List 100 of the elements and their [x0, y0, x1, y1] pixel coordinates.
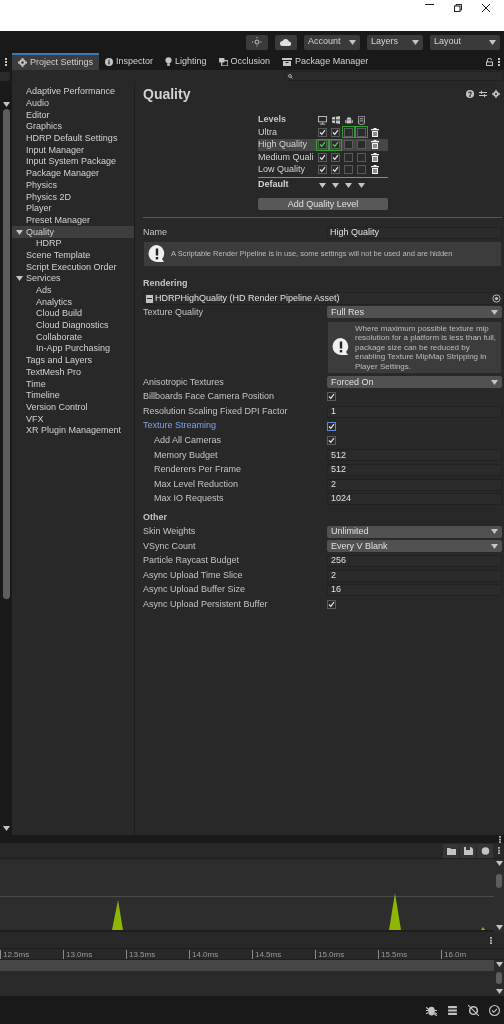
checkbox[interactable] — [357, 140, 366, 150]
sidebar-item[interactable]: Collaborate — [12, 331, 134, 344]
cloud-button[interactable] — [275, 34, 297, 50]
sidebar-item[interactable]: Package Manager — [12, 167, 134, 180]
sidebar-item[interactable]: Editor — [12, 109, 134, 122]
light-toggle-button[interactable] — [246, 34, 268, 50]
checkbox[interactable] — [327, 436, 336, 446]
sidebar-item[interactable]: Physics — [12, 179, 134, 192]
trash-icon[interactable] — [371, 152, 379, 162]
sidebar-item[interactable]: Cloud Diagnostics — [12, 319, 134, 332]
sidebar-item[interactable]: Input Manager — [12, 144, 134, 157]
checkbox[interactable] — [327, 600, 336, 610]
sidebar-item[interactable]: Ads — [12, 284, 134, 297]
sidebar-item[interactable]: Player — [12, 202, 134, 215]
sidebar-item[interactable]: TextMesh Pro — [12, 366, 134, 379]
tab[interactable]: Inspector — [99, 53, 160, 70]
sidebar-item[interactable]: Timeline — [12, 389, 134, 402]
quality-level-row[interactable]: Medium Quali — [258, 151, 388, 164]
scrollbar-thumb[interactable] — [2, 109, 10, 599]
dropdown[interactable]: Unlimited — [327, 525, 502, 538]
sidebar-item[interactable]: Version Control — [12, 401, 134, 414]
quality-level-row[interactable]: High Quality — [258, 138, 388, 151]
sidebar-item[interactable]: Physics 2D — [12, 191, 134, 203]
sidebar-item[interactable]: Cloud Build — [12, 308, 134, 320]
sidebar-item[interactable]: Input System Package — [12, 156, 134, 168]
scroll-up-icon — [2, 102, 10, 107]
sidebar-item[interactable]: Adaptive Performance — [12, 86, 134, 98]
sidebar-item[interactable]: VFX — [12, 413, 134, 425]
sidebar-item[interactable]: Tags and Layers — [12, 354, 134, 367]
object-field[interactable]: HDRPHighQuality (HD Render Pipeline Asset) — [143, 292, 504, 305]
toolbar-dropdown[interactable]: Account — [304, 34, 360, 50]
checkbox[interactable] — [331, 127, 340, 137]
stack-icon[interactable] — [447, 1004, 458, 1016]
checkbox[interactable] — [344, 165, 353, 175]
check-circle-icon[interactable] — [489, 1004, 500, 1016]
add-quality-level-button[interactable]: Add Quality Level — [258, 198, 388, 210]
number-field[interactable]: 1 — [327, 405, 502, 418]
dropdown[interactable]: Every V Blank — [327, 540, 502, 553]
search-field[interactable] — [284, 71, 503, 81]
checkbox[interactable] — [318, 152, 327, 162]
sliders-icon[interactable] — [479, 90, 487, 98]
number-field[interactable]: 16 — [327, 584, 502, 597]
quality-level-row[interactable]: Ultra — [258, 126, 388, 139]
sidebar-item[interactable]: HDRP — [12, 237, 134, 250]
tab[interactable]: Package Manager — [276, 53, 375, 70]
trash-icon[interactable] — [371, 127, 379, 137]
tab[interactable]: Lighting — [159, 53, 213, 70]
quality-level-row[interactable]: Low Quality — [258, 163, 388, 176]
sidebar-item[interactable]: Time — [12, 378, 134, 390]
sidebar-item[interactable]: HDRP Default Settings — [12, 132, 134, 145]
sidebar-item[interactable]: XR Plugin Management — [12, 424, 134, 437]
time-tick: 15.5ms — [378, 949, 441, 959]
save-icon[interactable] — [460, 843, 476, 858]
sidebar-item[interactable]: Analytics — [12, 296, 134, 309]
sidebar-item[interactable]: Scene Template — [12, 249, 134, 262]
name-field[interactable]: High Quality — [327, 227, 502, 239]
trash-icon[interactable] — [371, 140, 379, 150]
tab[interactable]: Occlusion — [212, 53, 277, 70]
sidebar-item[interactable]: Preset Manager — [12, 214, 134, 227]
lock-icon[interactable] — [486, 57, 493, 66]
checkbox[interactable] — [327, 392, 336, 402]
checkbox[interactable] — [344, 140, 353, 150]
sidebar-item[interactable]: Quality — [12, 226, 134, 238]
scrollbar-thumb[interactable] — [496, 873, 502, 888]
checkbox[interactable] — [357, 165, 366, 175]
tab[interactable]: Project Settings — [12, 53, 100, 70]
checkbox[interactable] — [331, 165, 340, 175]
sidebar-item[interactable]: In-App Purchasing — [12, 343, 134, 355]
scrollbar-thumb[interactable] — [496, 972, 502, 984]
restore-icon[interactable] — [454, 4, 462, 12]
number-field[interactable]: 256 — [327, 554, 502, 567]
close-icon[interactable] — [482, 4, 490, 12]
help-icon[interactable] — [477, 843, 493, 858]
sidebar-item[interactable]: Script Execution Order — [12, 261, 134, 273]
checkbox[interactable] — [327, 421, 336, 431]
help-icon[interactable] — [466, 90, 474, 98]
checkbox[interactable] — [331, 152, 340, 162]
toolbar-dropdown[interactable]: Layers — [367, 34, 423, 50]
number-field[interactable]: 512 — [327, 463, 502, 476]
checkbox[interactable] — [357, 152, 366, 162]
settings-icon[interactable] — [492, 90, 500, 98]
network-icon[interactable] — [468, 1004, 479, 1016]
toolbar-dropdown[interactable]: Layout — [430, 34, 500, 50]
checkbox[interactable] — [318, 127, 327, 137]
dropdown[interactable]: Full Res — [327, 306, 502, 319]
sidebar-item[interactable]: Graphics — [12, 121, 134, 133]
trash-icon[interactable] — [371, 165, 379, 175]
time-tick: 12.5ms — [0, 949, 63, 959]
folder-icon[interactable] — [443, 843, 459, 858]
dropdown[interactable]: Forced On — [327, 376, 502, 389]
number-field[interactable]: 2 — [327, 569, 502, 582]
checkbox[interactable] — [318, 165, 327, 175]
object-picker-icon[interactable] — [492, 294, 501, 303]
number-field[interactable]: 512 — [327, 449, 502, 462]
bug-icon[interactable] — [426, 1004, 437, 1016]
sidebar-item[interactable]: Services — [12, 273, 134, 285]
number-field[interactable]: 2 — [327, 478, 502, 491]
sidebar-item[interactable]: Audio — [12, 97, 134, 110]
number-field[interactable]: 1024 — [327, 493, 502, 506]
checkbox[interactable] — [344, 152, 353, 162]
